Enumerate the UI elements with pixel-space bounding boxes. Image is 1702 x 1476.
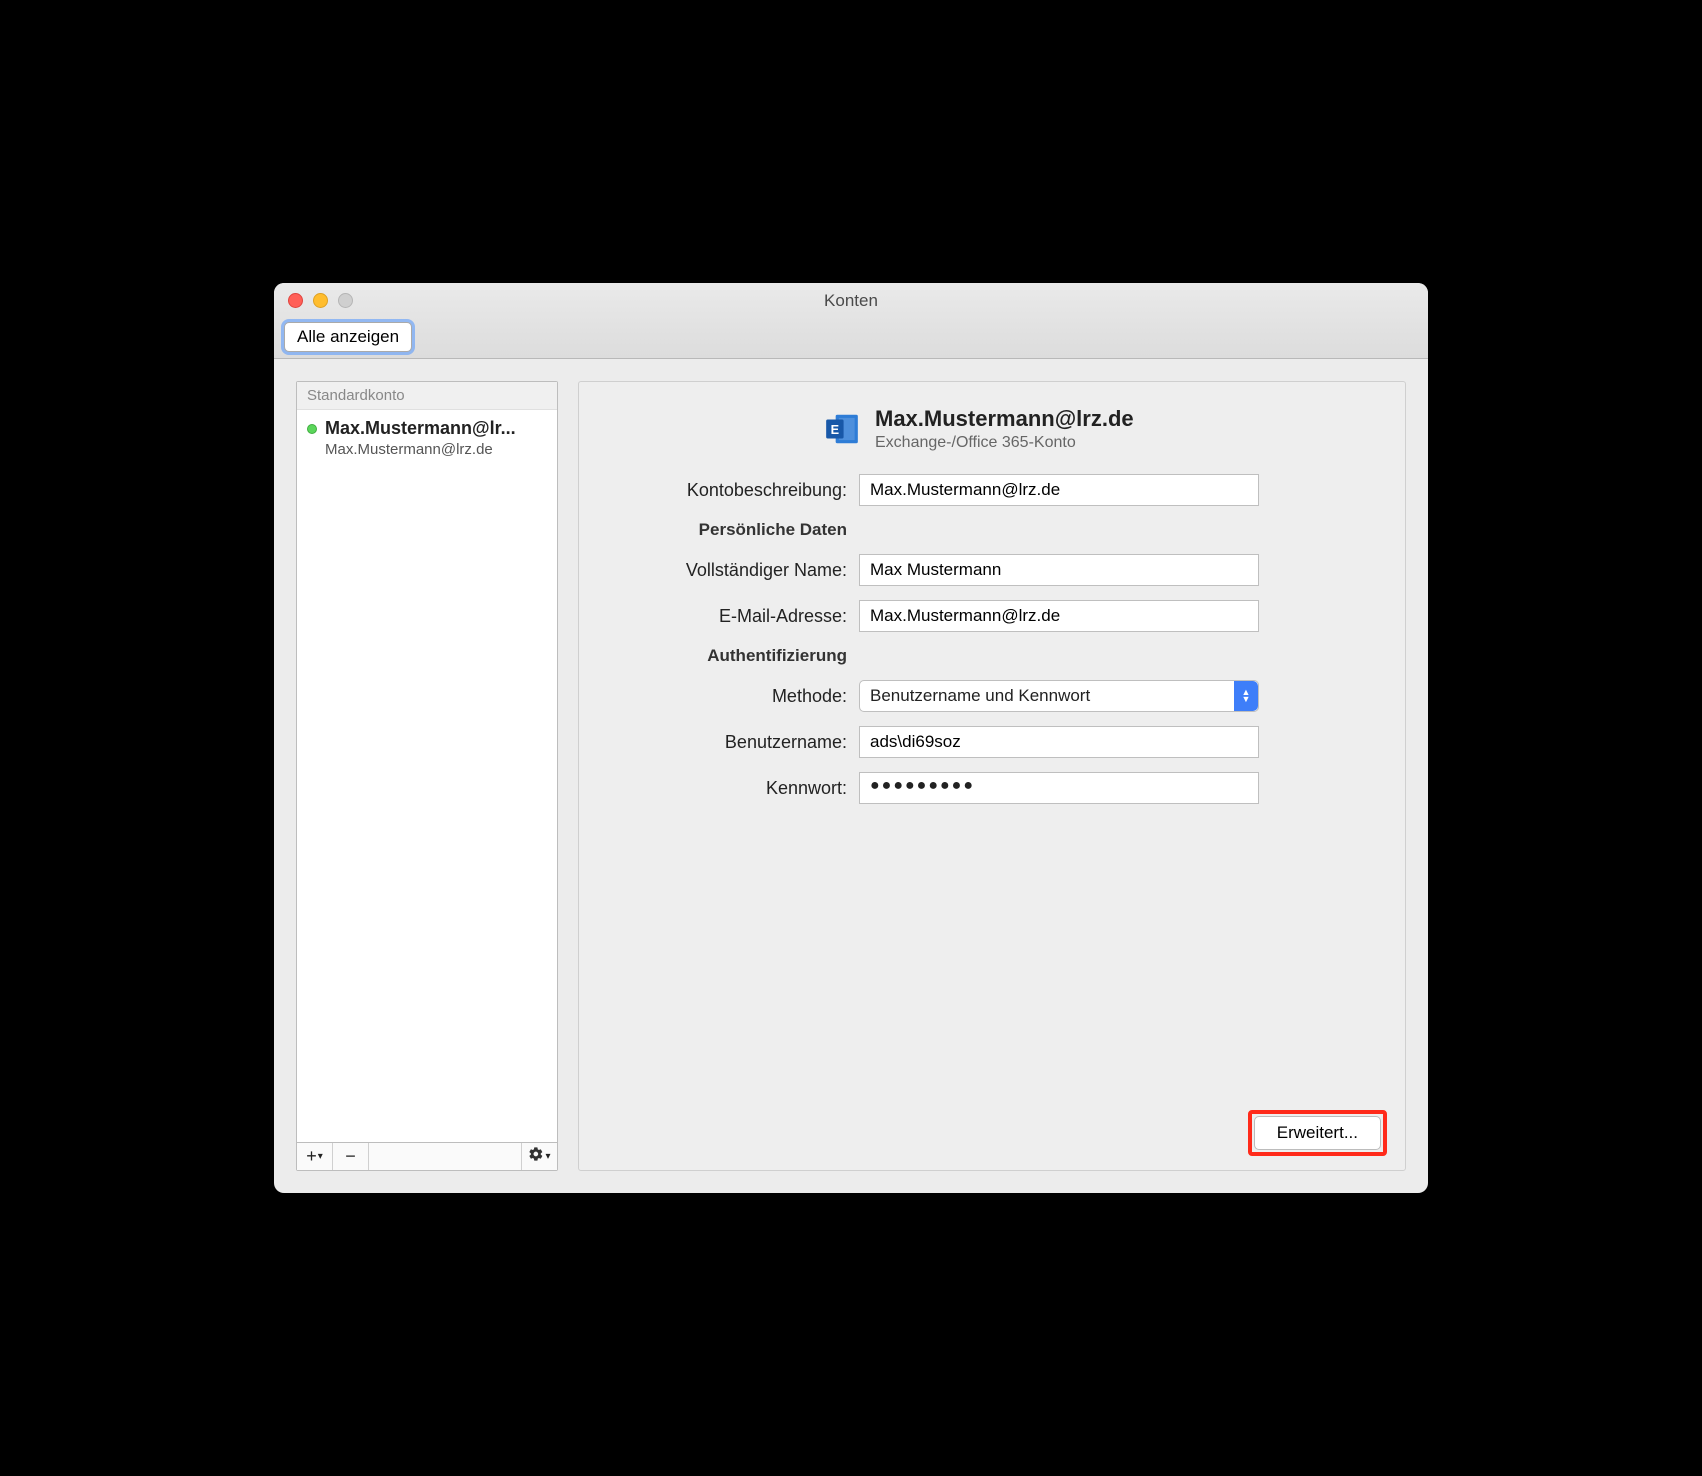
input-full-name[interactable] — [859, 554, 1259, 586]
chevron-down-icon: ▾ — [545, 1151, 550, 1162]
row-description: Kontobeschreibung: — [603, 474, 1381, 506]
select-method[interactable]: Benutzername und Kennwort ▲▼ — [859, 680, 1259, 712]
updown-arrows-icon: ▲▼ — [1234, 681, 1258, 711]
label-method: Methode: — [603, 686, 859, 707]
section-personal: Persönliche Daten — [603, 520, 859, 540]
status-online-icon — [307, 424, 317, 434]
label-description: Kontobeschreibung: — [603, 480, 859, 501]
toolbar: Alle anzeigen — [284, 322, 412, 352]
chevron-down-icon: ▾ — [318, 1151, 323, 1162]
account-details-panel: E Max.Mustermann@lrz.de Exchange-/Office… — [578, 381, 1406, 1171]
input-email[interactable] — [859, 600, 1259, 632]
label-password: Kennwort: — [603, 778, 859, 799]
window-title: Konten — [274, 291, 1428, 311]
account-type: Exchange-/Office 365-Konto — [875, 434, 1134, 452]
remove-account-button[interactable]: − — [333, 1143, 369, 1170]
add-account-button[interactable]: +▾ — [297, 1143, 333, 1170]
row-email: E-Mail-Adresse: — [603, 600, 1381, 632]
row-password: Kennwort: ●●●●●●●●● — [603, 772, 1381, 804]
content-area: Standardkonto Max.Mustermann@lr... Max.M… — [274, 359, 1428, 1193]
account-title: Max.Mustermann@lrz.de — [875, 406, 1134, 432]
input-username[interactable] — [859, 726, 1259, 758]
section-auth: Authentifizierung — [603, 646, 859, 666]
minus-icon: − — [345, 1146, 356, 1167]
input-password[interactable]: ●●●●●●●●● — [859, 772, 1259, 804]
row-full-name: Vollständiger Name: — [603, 554, 1381, 586]
select-method-value: Benutzername und Kennwort — [870, 686, 1090, 706]
sidebar-header: Standardkonto — [297, 382, 557, 410]
label-username: Benutzername: — [603, 732, 859, 753]
account-subtitle: Max.Mustermann@lrz.de — [325, 441, 547, 458]
account-list-item[interactable]: Max.Mustermann@lr... Max.Mustermann@lrz.… — [297, 410, 557, 466]
accounts-sidebar: Standardkonto Max.Mustermann@lr... Max.M… — [296, 381, 558, 1171]
label-full-name: Vollständiger Name: — [603, 560, 859, 581]
accounts-window: Konten Alle anzeigen Standardkonto Max.M… — [274, 283, 1428, 1193]
advanced-button[interactable]: Erweitert... — [1254, 1116, 1381, 1150]
titlebar: Konten Alle anzeigen — [274, 283, 1428, 359]
exchange-icon: E — [823, 410, 861, 448]
sidebar-spacer — [297, 466, 557, 1142]
account-header: E Max.Mustermann@lrz.de Exchange-/Office… — [823, 406, 1381, 452]
plus-icon: + — [306, 1146, 317, 1167]
account-name: Max.Mustermann@lr... — [325, 418, 547, 439]
account-header-text: Max.Mustermann@lrz.de Exchange-/Office 3… — [875, 406, 1134, 452]
advanced-highlight: Erweitert... — [1248, 1110, 1387, 1156]
svg-text:E: E — [831, 423, 839, 437]
show-all-button[interactable]: Alle anzeigen — [284, 322, 412, 352]
sidebar-footer: +▾ − ▾ — [297, 1142, 557, 1170]
input-description[interactable] — [859, 474, 1259, 506]
settings-menu-button[interactable]: ▾ — [521, 1143, 557, 1170]
row-username: Benutzername: — [603, 726, 1381, 758]
row-method: Methode: Benutzername und Kennwort ▲▼ — [603, 680, 1381, 712]
label-email: E-Mail-Adresse: — [603, 606, 859, 627]
gear-icon — [528, 1146, 544, 1167]
